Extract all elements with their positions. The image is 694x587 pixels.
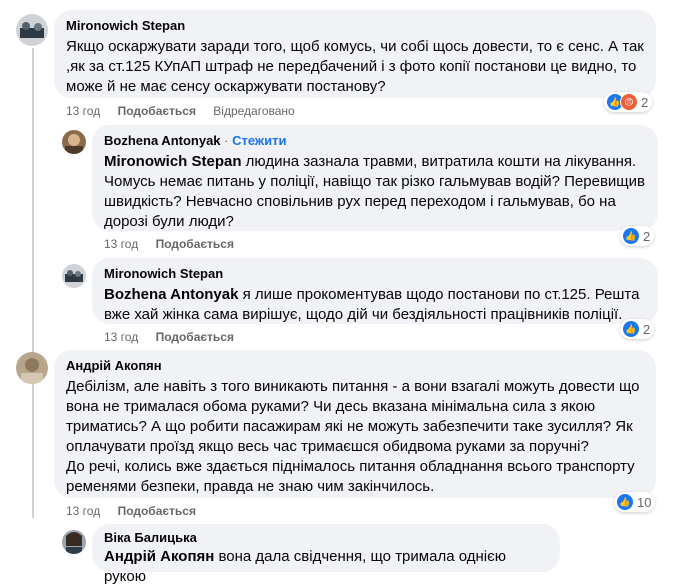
comment-author[interactable]: Андрій Акопян xyxy=(66,358,644,374)
reactions-count: 2 xyxy=(641,94,649,110)
mention-link[interactable]: Андрій Акопян xyxy=(104,548,214,565)
separator-dot: · xyxy=(224,133,233,148)
comment-bubble: Bozhena Antonyak · Стежити Mironowich St… xyxy=(92,125,658,231)
comment-time[interactable]: 13 год xyxy=(66,504,100,518)
comment-bubble: Андрій Акопян Дебілізм, але навіть з тог… xyxy=(54,350,656,498)
avatar[interactable] xyxy=(62,530,86,554)
comment-time[interactable]: 13 год xyxy=(104,330,138,344)
edited-label: Відредаговано xyxy=(213,104,295,118)
like-icon: 👍 xyxy=(616,493,634,511)
reactions-summary[interactable]: 👍 10 xyxy=(614,492,656,512)
reactions-summary[interactable]: 👍 2 xyxy=(620,226,655,246)
comment-actions: 13 год Подобається xyxy=(66,504,210,518)
like-button[interactable]: Подобається xyxy=(156,237,234,251)
comment-text: До речі, колись вже здається піднімалось… xyxy=(66,458,635,495)
avatar[interactable] xyxy=(62,264,86,288)
reactions-summary[interactable]: 👍 😠 2 xyxy=(604,92,653,112)
comment-time[interactable]: 13 год xyxy=(104,237,138,251)
like-icon: 👍 xyxy=(622,227,640,245)
comment-actions: 13 год Подобається Відредаговано xyxy=(66,104,309,118)
avatar[interactable] xyxy=(16,14,48,46)
comment-text: Дебілізм, але навіть з того виникають пи… xyxy=(66,378,640,455)
comment-header: Bozhena Antonyak · Стежити xyxy=(104,133,646,149)
comment-actions: 13 год Подобається xyxy=(104,330,248,344)
reactions-count: 10 xyxy=(637,494,652,510)
comment-author[interactable]: Bozhena Antonyak xyxy=(104,133,221,148)
mention-link[interactable]: Bozhena Antonyak xyxy=(104,286,238,303)
like-icon: 👍 xyxy=(622,320,640,338)
angry-icon: 😠 xyxy=(620,93,638,111)
comment-author[interactable]: Віка Балицька xyxy=(104,530,548,546)
comment-bubble: Віка Балицька Андрій Акопян вона дала св… xyxy=(92,524,560,585)
comment-bubble: Mironowich Stepan Bozhena Antonyak я лиш… xyxy=(92,258,658,324)
mention-link[interactable]: Mironowich Stepan xyxy=(104,153,242,170)
follow-link[interactable]: Стежити xyxy=(232,133,286,148)
reactions-count: 2 xyxy=(643,228,651,244)
comment-author[interactable]: Mironowich Stepan xyxy=(104,266,646,282)
comment-text: Андрій Акопян вона дала свідчення, що тр… xyxy=(104,547,548,587)
like-button[interactable]: Подобається xyxy=(156,330,234,344)
reactions-count: 2 xyxy=(643,321,651,337)
comment-bubble: Mironowich Stepan Якщо оскаржувати зарад… xyxy=(54,10,656,98)
comment-text: Bozhena Antonyak я лише прокоментував що… xyxy=(104,285,646,325)
avatar[interactable] xyxy=(16,352,48,384)
avatar[interactable] xyxy=(62,130,86,154)
like-button[interactable]: Подобається xyxy=(118,104,196,118)
comment-time[interactable]: 13 год xyxy=(66,104,100,118)
like-button[interactable]: Подобається xyxy=(118,504,196,518)
comment-author[interactable]: Mironowich Stepan xyxy=(66,18,644,34)
comment-actions: 13 год Подобається xyxy=(104,237,248,251)
reactions-summary[interactable]: 👍 2 xyxy=(620,319,655,339)
comment-text: Якщо оскаржувати заради того, щоб комусь… xyxy=(66,38,644,95)
thread-line xyxy=(32,48,34,518)
comment-text: Mironowich Stepan людина зазнала травми,… xyxy=(104,152,646,232)
